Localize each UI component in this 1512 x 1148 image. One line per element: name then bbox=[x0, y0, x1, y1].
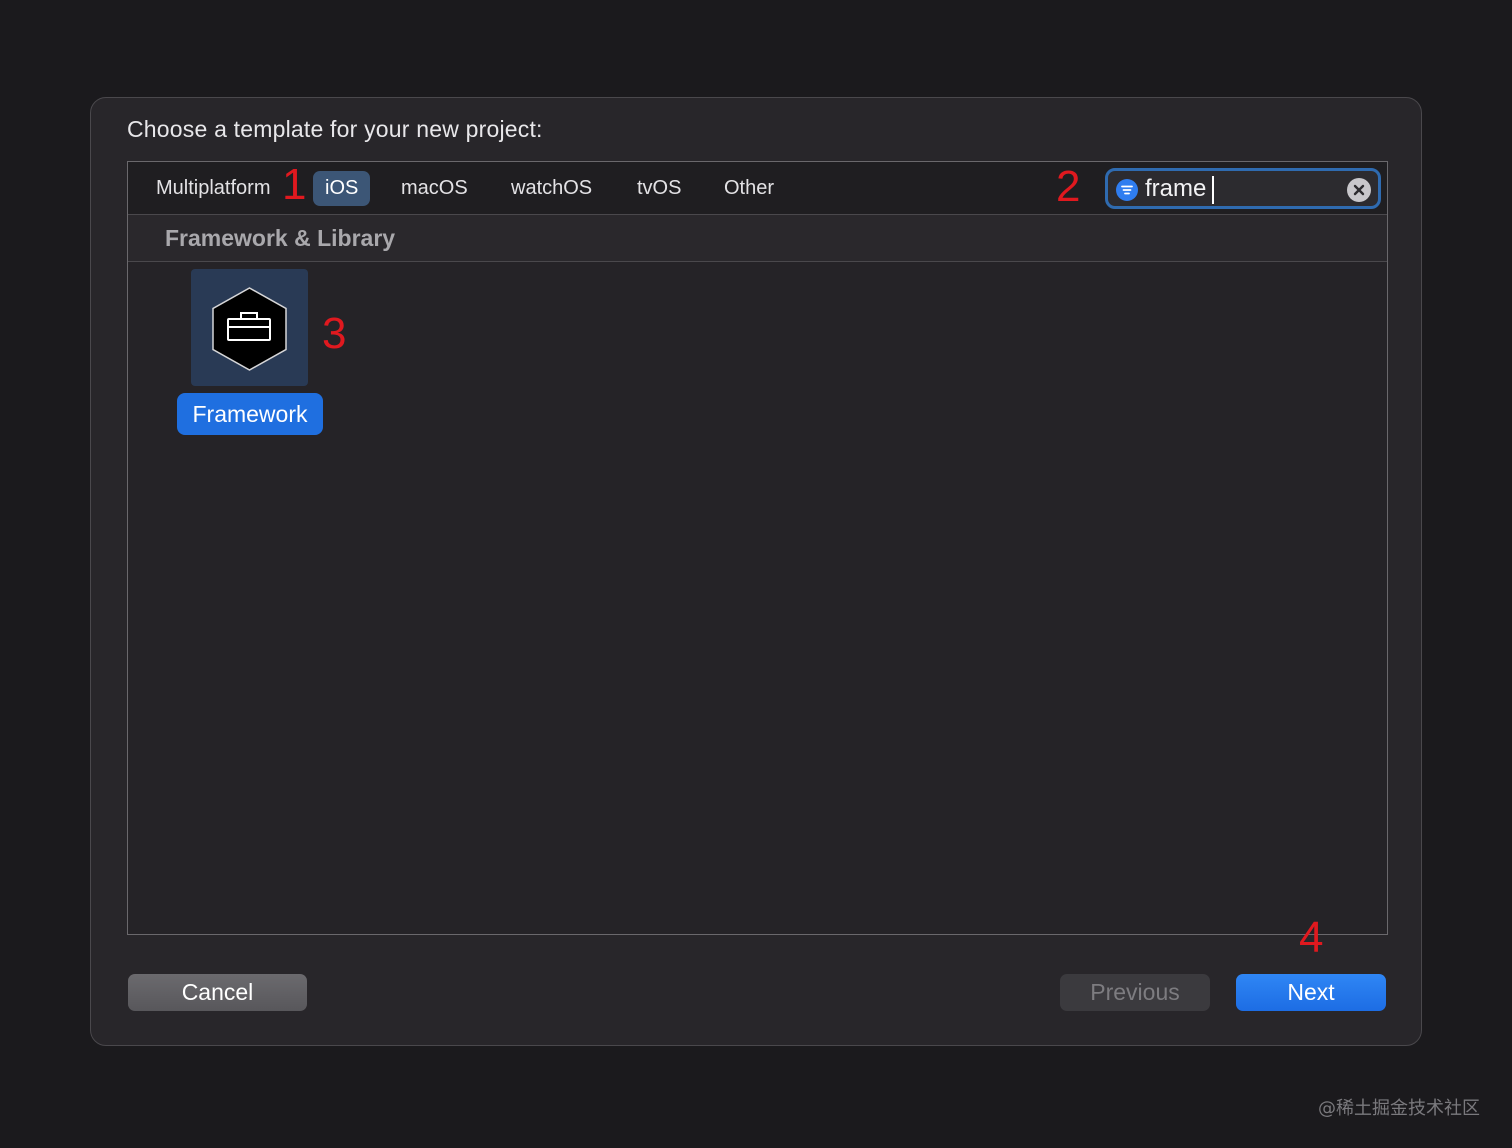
template-framework[interactable]: Framework bbox=[177, 269, 323, 435]
annotation-3: 3 bbox=[322, 309, 347, 358]
annotation-2: 2 bbox=[1056, 162, 1081, 211]
next-button[interactable]: Next bbox=[1236, 974, 1386, 1011]
tab-watchos[interactable]: watchOS bbox=[499, 171, 604, 206]
template-label[interactable]: Framework bbox=[177, 393, 323, 435]
template-panel: Multiplatform iOS macOS watchOS tvOS Oth… bbox=[127, 161, 1388, 935]
tab-other[interactable]: Other bbox=[712, 171, 786, 206]
tab-ios[interactable]: iOS bbox=[313, 171, 371, 206]
toolbox-hexagon-icon bbox=[212, 287, 287, 371]
template-icon-tile[interactable] bbox=[191, 269, 308, 386]
tab-macos[interactable]: macOS bbox=[389, 171, 480, 206]
section-header: Framework & Library bbox=[128, 215, 1387, 262]
watermark: @稀土掘金技术社区 bbox=[1318, 1098, 1480, 1119]
platform-tabbar: Multiplatform iOS macOS watchOS tvOS Oth… bbox=[128, 162, 1387, 215]
tab-multiplatform[interactable]: Multiplatform bbox=[144, 171, 282, 206]
annotation-4: 4 bbox=[1299, 913, 1324, 962]
annotation-1: 1 bbox=[282, 160, 307, 209]
search-input[interactable] bbox=[1145, 174, 1335, 204]
clear-icon[interactable] bbox=[1347, 178, 1371, 202]
template-search-field[interactable] bbox=[1105, 168, 1381, 209]
dialog-title: Choose a template for your new project: bbox=[127, 116, 543, 142]
new-project-dialog: Choose a template for your new project: … bbox=[90, 97, 1422, 1046]
filter-icon[interactable] bbox=[1116, 179, 1138, 201]
section-title: Framework & Library bbox=[165, 225, 396, 251]
text-caret bbox=[1212, 176, 1214, 204]
tab-tvos[interactable]: tvOS bbox=[625, 171, 693, 206]
previous-button[interactable]: Previous bbox=[1060, 974, 1210, 1011]
cancel-button[interactable]: Cancel bbox=[128, 974, 307, 1011]
